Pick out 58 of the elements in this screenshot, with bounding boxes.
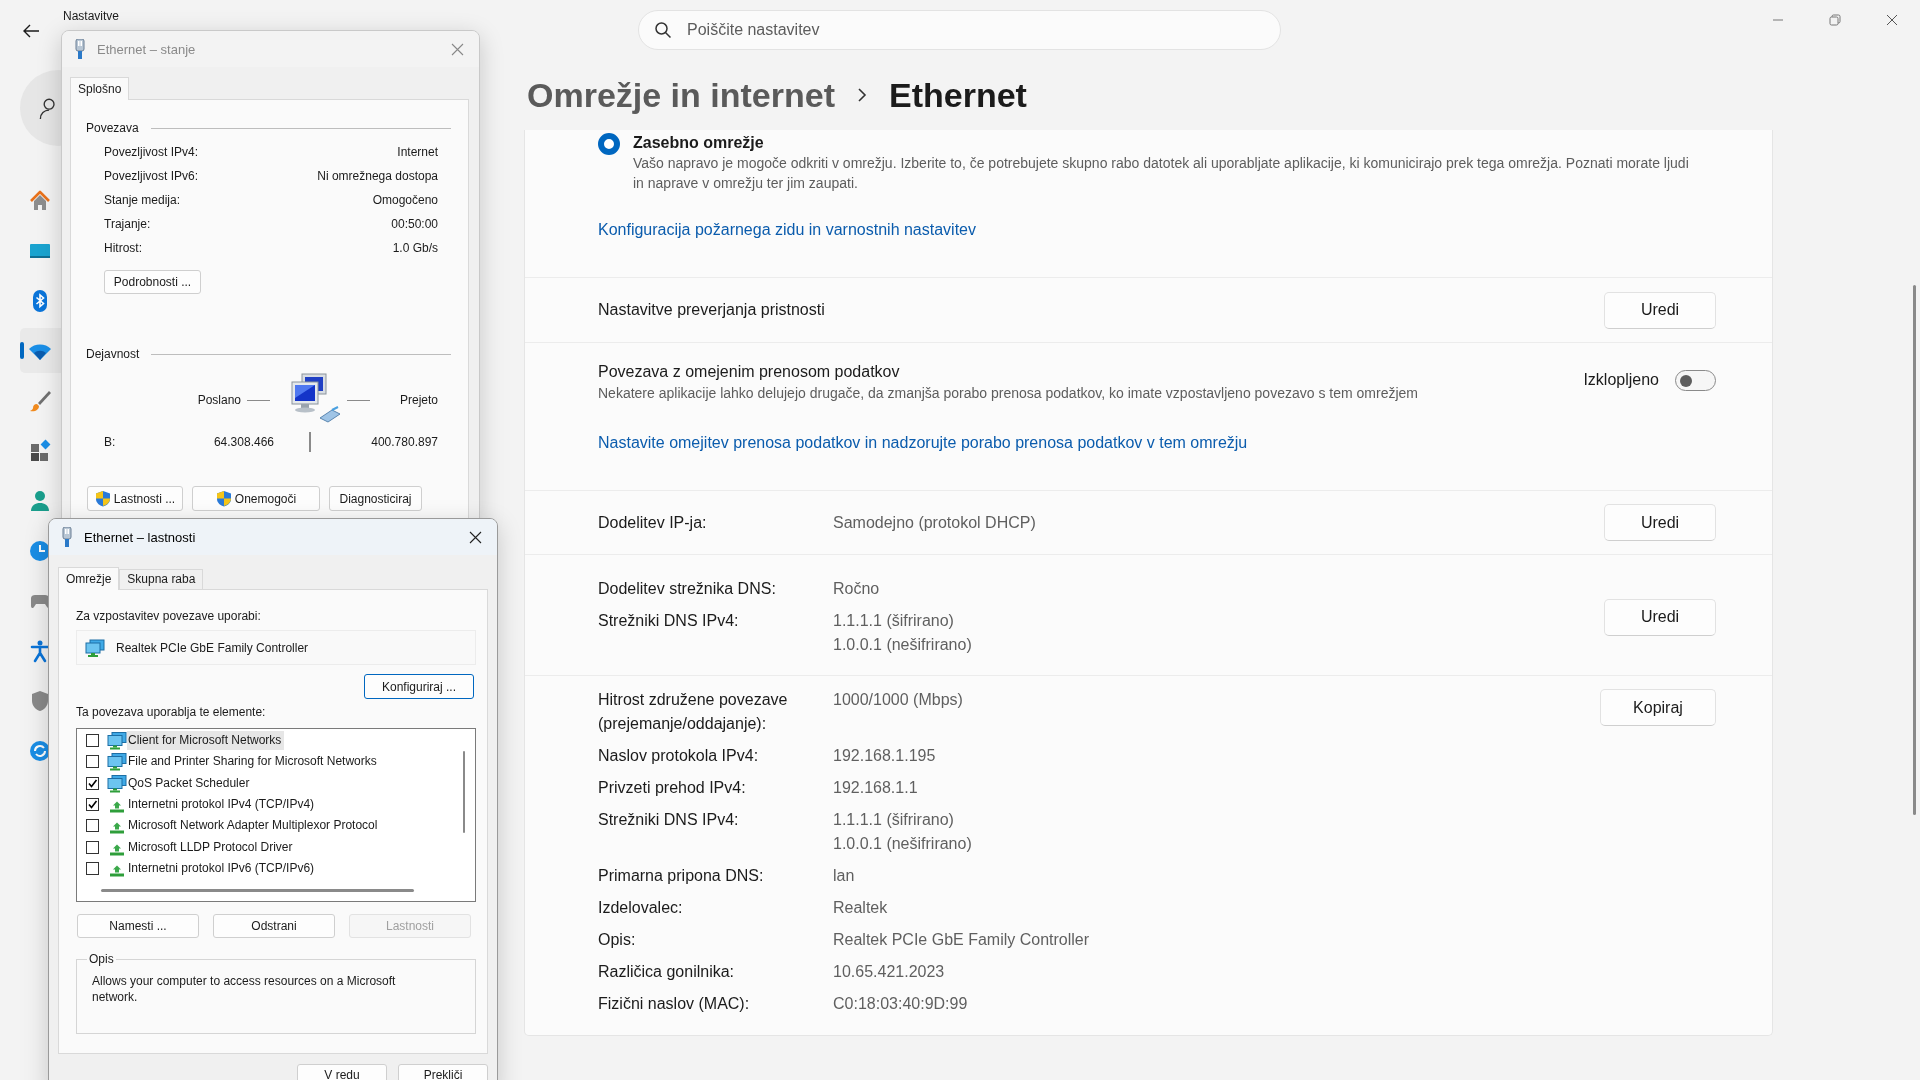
- option-label: Zasebno omrežje: [633, 133, 765, 153]
- property-label: Izdelovalec:: [598, 898, 684, 918]
- property-label: Hitrost združene povezave (prejemanje/oddajanje):: [598, 690, 789, 734]
- property-label: Primarna pripona DNS:: [598, 866, 765, 886]
- sent-bytes: 64.308.466: [212, 435, 274, 449]
- property-value: 1.0.0.1 (nešifrirano): [833, 635, 972, 655]
- field-label: Stanje medija:: [104, 193, 181, 207]
- property-value: 192.168.1.1: [833, 778, 919, 798]
- group-heading: Dejavnost: [86, 346, 140, 362]
- property-label: Strežniki DNS IPv4:: [598, 611, 740, 631]
- property-value: lan: [833, 866, 856, 886]
- property-value: Realtek PCIe GbE Family Controller: [833, 930, 1090, 950]
- property-value: C0:18:03:40:9D:99: [833, 994, 969, 1014]
- field-label: Povezljivost IPv4:: [104, 145, 199, 159]
- field-label: Povezljivost IPv6:: [104, 169, 199, 183]
- property-label: Različica gonilnika:: [598, 962, 736, 982]
- property-value: Samodejno (protokol DHCP): [833, 512, 1036, 533]
- window-title: Nastavitve: [63, 8, 120, 24]
- property-label: Strežniki DNS IPv4:: [598, 810, 740, 830]
- page-title: Ethernet: [888, 75, 1027, 115]
- field-label: Trajanje:: [104, 217, 151, 231]
- setting-description: Nekatere aplikacije lahko delujejo drugače, da zmanjša porabo prenosa podatkov, ko imate vzpostavljeno povezavo s tem omrežjem: [598, 384, 1419, 403]
- property-label: Opis:: [598, 930, 637, 950]
- field-label: Hitrost:: [104, 241, 142, 255]
- field-value: Internet: [397, 145, 438, 159]
- toggle-state-label: Izklopljeno: [1583, 371, 1659, 389]
- field-value: 00:50:00: [391, 217, 438, 231]
- property-value: 1.1.1.1 (šifrirano): [833, 810, 955, 830]
- group-heading: Opis: [88, 952, 115, 966]
- sent-label: Poslano: [196, 393, 242, 407]
- field-label: Ta povezava uporablja te elemente:: [76, 704, 267, 720]
- description-text: Allows your computer to access resources on a Microsoft network.: [92, 973, 397, 1005]
- group-heading: Povezava: [86, 120, 139, 136]
- field-value: 1.0 Gb/s: [392, 241, 438, 255]
- dialog-title: Ethernet – lastnosti: [84, 529, 197, 545]
- property-value: 1.0.0.1 (nešifrirano): [833, 834, 973, 854]
- received-label: Prejeto: [399, 393, 438, 407]
- property-value: 1000/1000 (Mbps): [833, 690, 964, 710]
- property-value: Ročno: [833, 579, 881, 599]
- property-label: Dodelitev strežnika DNS:: [598, 579, 777, 599]
- received-bytes: 400.780.897: [370, 435, 438, 449]
- field-label: Za vzpostavitev povezave uporabi:: [76, 608, 262, 624]
- option-description: Vašo napravo je mogoče odkriti v omrežju. Izberite to, če potrebujete skupno rabo datotek ali uporabljate aplikacije, ki komunicirajo prek tega omrežja. Poznati morate ljudi in naprave v omrežju ter jim zaupati.: [633, 154, 1690, 193]
- property-label: Dodelitev IP-ja:: [598, 512, 708, 533]
- property-label: Naslov protokola IPv4:: [598, 746, 760, 766]
- property-value: 192.168.1.195: [833, 746, 937, 766]
- setting-label: Povezava z omejenim prenosom podatkov: [598, 362, 901, 382]
- bytes-label: B:: [104, 435, 117, 449]
- field-value: Omogočeno: [372, 193, 438, 207]
- property-value: 10.65.421.2023: [833, 962, 946, 982]
- adapter-name: Realtek PCIe GbE Family Controller: [116, 640, 309, 655]
- dialog-title: Ethernet – stanje: [97, 41, 197, 57]
- property-label: Privzeti prehod IPv4:: [598, 778, 747, 798]
- property-value: 1.1.1.1 (šifrirano): [833, 611, 955, 631]
- property-label: Fizični naslov (MAC):: [598, 994, 751, 1014]
- property-value: Realtek: [833, 898, 889, 918]
- field-value: Ni omrežnega dostopa: [317, 169, 438, 183]
- setting-label: Nastavitve preverjanja pristnosti: [598, 301, 825, 319]
